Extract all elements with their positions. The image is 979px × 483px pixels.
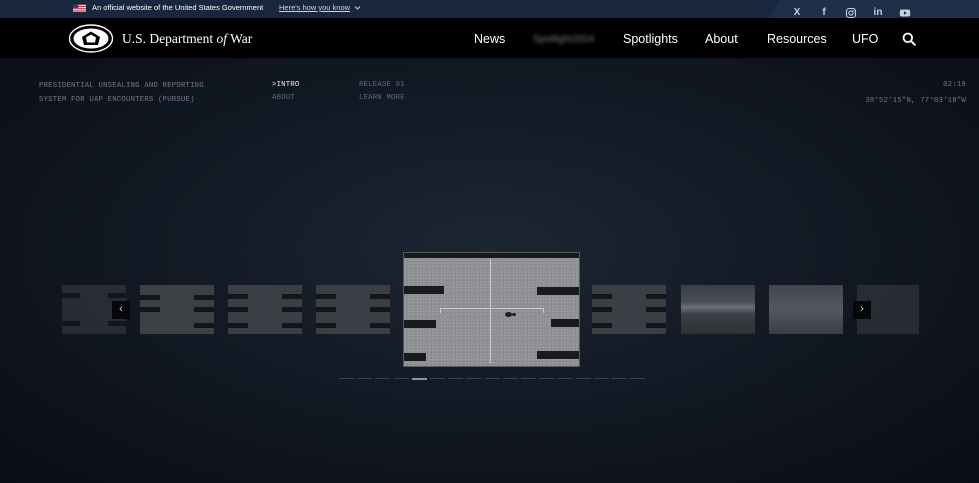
menu-about[interactable]: ABOUT	[272, 94, 295, 102]
carousel-indicator[interactable]	[375, 378, 391, 379]
carousel-indicator[interactable]	[557, 378, 573, 379]
carousel-indicator[interactable]	[630, 378, 646, 379]
main-navbar: U.S. Department of War News Spotlight202…	[0, 18, 979, 58]
department-seal-logo[interactable]	[68, 24, 114, 53]
carousel-thumbnail[interactable]	[316, 285, 390, 334]
menu-intro[interactable]: >INTRO	[272, 81, 299, 89]
official-website-text: An official website of the United States…	[92, 3, 264, 12]
frame-noise	[404, 253, 579, 366]
carousel-thumbnail[interactable]	[140, 285, 214, 334]
carousel-indicator[interactable]	[539, 378, 555, 379]
carousel-next-button[interactable]: ›	[853, 301, 871, 319]
release-label[interactable]: RELEASE 01	[359, 81, 405, 89]
carousel-indicator[interactable]	[593, 378, 609, 379]
carousel-indicator[interactable]	[484, 378, 500, 379]
carousel-indicator[interactable]	[466, 378, 482, 379]
carousel-thumbnail[interactable]	[592, 285, 666, 334]
site-brand[interactable]: U.S. Department of War	[122, 31, 252, 47]
nav-ufo[interactable]: UFO	[852, 32, 878, 46]
carousel-thumbnail[interactable]	[681, 285, 755, 334]
carousel-indicator[interactable]	[448, 378, 464, 379]
carousel-indicator[interactable]	[575, 378, 591, 379]
nav-about[interactable]: About	[705, 32, 738, 46]
nav-resources[interactable]: Resources	[767, 32, 827, 46]
nav-news[interactable]: News	[474, 32, 505, 46]
chevron-down-icon[interactable]	[354, 4, 361, 11]
selected-video-frame[interactable]	[404, 253, 579, 366]
carousel-indicator[interactable]	[393, 378, 409, 379]
us-flag-icon	[73, 4, 86, 12]
nav-spotlights[interactable]: Spotlights	[623, 32, 678, 46]
crosshair-vertical	[490, 259, 491, 363]
how-you-know-link[interactable]: Here's how you know	[279, 3, 350, 12]
carousel-thumbnail[interactable]	[228, 285, 302, 334]
nav-blurred-item[interactable]: Spotlight2024	[533, 34, 596, 45]
carousel-indicator[interactable]	[411, 378, 427, 380]
clock-readout: 02:19	[943, 81, 966, 89]
carousel-indicator[interactable]	[502, 378, 518, 379]
carousel-indicator[interactable]	[357, 378, 373, 379]
coordinates-readout: 38°52'15"N, 77°03'18"W	[865, 97, 966, 105]
program-title-line1: PRESIDENTIAL UNSEALING AND REPORTING	[39, 82, 204, 90]
carousel-prev-button[interactable]: ‹	[112, 301, 130, 319]
crosshair-horizontal	[440, 308, 544, 309]
carousel-thumbnail[interactable]	[769, 285, 843, 334]
uap-object	[505, 312, 512, 317]
carousel-indicator[interactable]	[339, 378, 354, 379]
carousel-indicator[interactable]	[521, 378, 536, 379]
carousel-indicator[interactable]	[430, 378, 445, 379]
carousel-indicator[interactable]	[612, 378, 627, 379]
search-icon[interactable]	[902, 32, 916, 46]
program-title-line2: SYSTEM FOR UAP ENCOUNTERS (PURSUE)	[39, 96, 195, 104]
learn-more-link[interactable]: LEARN MORE	[359, 94, 405, 102]
